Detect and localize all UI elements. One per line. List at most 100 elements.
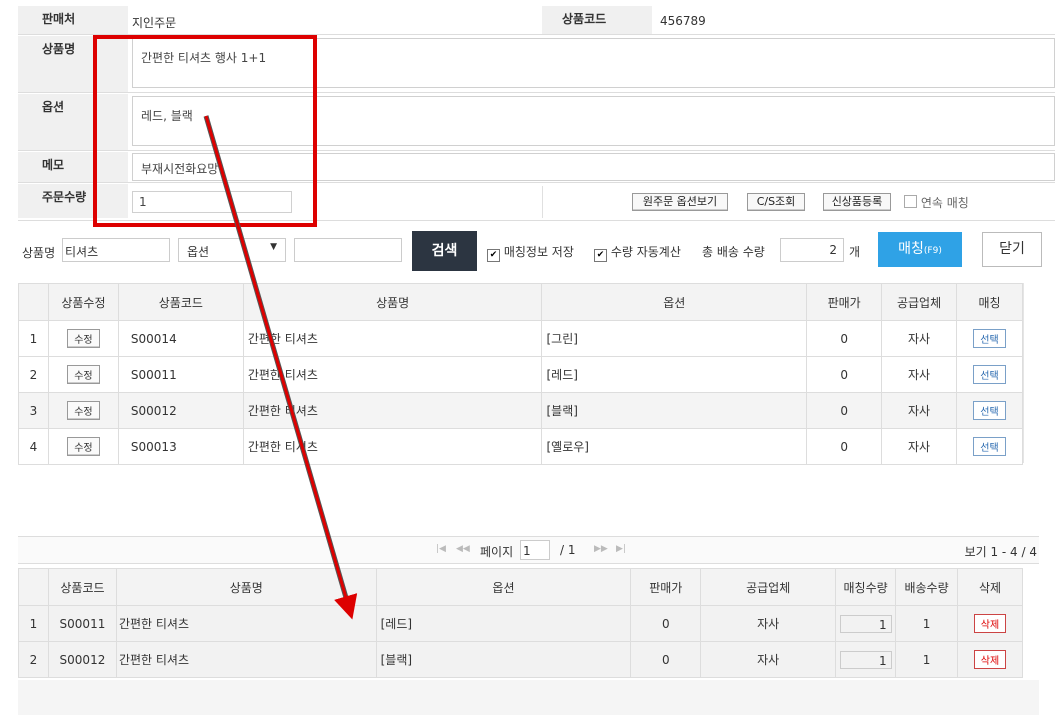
col-header-option[interactable]: 옵션 [541,283,808,321]
row-number: 4 [18,428,49,465]
col-header-option[interactable]: 옵션 [375,568,632,606]
vendor-cell: 자사 [881,392,958,429]
product-name-cell: 간편한 티셔츠 [115,641,377,678]
product-code-cell: S00011 [117,356,244,393]
select-button[interactable]: 선택 [973,365,1006,384]
edit-button[interactable]: 수정 [67,329,100,348]
seller-label: 판매처 [18,6,128,34]
search-name-input[interactable]: 티셔츠 [62,238,170,262]
product-code-value: 456789 [660,14,706,28]
first-page-icon[interactable]: |◀ [436,544,446,554]
product-code-cell: S00013 [117,428,244,465]
product-name-cell: 간편한 티셔츠 [242,320,543,357]
match-button[interactable]: 매칭(F9) [878,232,962,267]
highlight-box [93,35,317,227]
vendor-cell: 자사 [881,356,958,393]
select-button[interactable]: 선택 [973,401,1006,420]
auto-qty-checkbox[interactable]: ✔ 수량 자동계산 [594,243,681,262]
continuous-match-label: 연속 매칭 [920,196,969,210]
col-header-match-qty[interactable]: 매칭수량 [835,568,897,606]
vendor-cell: 자사 [700,605,837,642]
option-search-input[interactable] [294,238,402,262]
product-search-grid: 상품수정 상품코드 상품명 옵션 판매가 공급업체 매칭 1 수정 S00014… [18,283,1023,465]
search-button[interactable]: 검색 [412,231,477,271]
pager-bar: |◀ ◀◀ 페이지 1 / 1 ▶▶ ▶| 보기 1 - 4 / 4 [18,536,1039,564]
grid-header-row: 상품코드 상품명 옵션 판매가 공급업체 매칭수량 배송수량 삭제 [18,568,1023,606]
checkbox-checked-icon: ✔ [487,249,500,262]
page-total: / 1 [560,543,576,557]
product-name-cell: 간편한 티셔츠 [242,428,543,465]
dropdown-arrow-icon: ▼ [270,242,277,252]
page-input[interactable]: 1 [520,540,550,560]
checkbox-icon [904,195,917,208]
table-row[interactable]: 4 수정 S00013 간편한 티셔츠 [옐로우] 0 자사 선택 [18,428,1023,465]
col-header-price[interactable]: 판매가 [806,283,883,321]
new-product-button[interactable]: 신상품등록 [823,193,891,211]
bottom-shade [18,680,1039,715]
product-name-cell: 간편한 티셔츠 [242,356,543,393]
next-page-icon[interactable]: ▶▶ [594,544,608,554]
delete-button[interactable]: 삭제 [973,614,1007,633]
table-row[interactable]: 1 S00011 간편한 티셔츠 [레드] 0 자사 1 1 삭제 [18,605,1023,642]
row-number: 1 [18,605,49,642]
delete-button[interactable]: 삭제 [973,650,1007,669]
col-header-ship-qty[interactable]: 배송수량 [895,568,959,606]
close-button[interactable]: 닫기 [982,232,1042,267]
save-match-checkbox[interactable]: ✔ 매칭정보 저장 [487,243,574,262]
option-cell: [블랙] [375,641,632,678]
table-row[interactable]: 3 수정 S00012 간편한 티셔츠 [블랙] 0 자사 선택 [18,392,1023,429]
col-header-no [18,568,49,606]
option-select-value: 옵션 [187,245,210,259]
page-label: 페이지 [480,545,514,559]
col-header-vendor[interactable]: 공급업체 [881,283,958,321]
select-button[interactable]: 선택 [973,329,1006,348]
total-ship-input[interactable]: 2 [780,238,844,262]
match-shortcut: (F9) [923,246,942,256]
col-header-code[interactable]: 상품코드 [47,568,117,606]
vendor-cell: 자사 [881,320,958,357]
edit-button[interactable]: 수정 [67,437,100,456]
view-options-button[interactable]: 원주문 옵션보기 [632,193,728,211]
product-name-cell: 간편한 티셔츠 [242,392,543,429]
cs-lookup-button[interactable]: C/S조회 [747,193,805,211]
option-cell: [블랙] [541,392,808,429]
edit-button[interactable]: 수정 [67,365,100,384]
product-code-cell: S00012 [47,641,117,678]
matched-items-grid: 상품코드 상품명 옵션 판매가 공급업체 매칭수량 배송수량 삭제 1 S000… [18,568,1023,678]
price-cell: 0 [806,320,883,357]
match-qty-input[interactable]: 1 [839,650,892,669]
col-header-name[interactable]: 상품명 [115,568,377,606]
ship-qty-cell: 1 [895,641,959,678]
last-page-icon[interactable]: ▶| [616,544,626,554]
col-header-vendor[interactable]: 공급업체 [700,568,837,606]
select-button[interactable]: 선택 [973,437,1006,456]
table-row[interactable]: 2 S00012 간편한 티셔츠 [블랙] 0 자사 1 1 삭제 [18,641,1023,678]
table-row[interactable]: 2 수정 S00011 간편한 티셔츠 [레드] 0 자사 선택 [18,356,1023,393]
col-header-price[interactable]: 판매가 [630,568,702,606]
edit-button[interactable]: 수정 [67,401,100,420]
table-row[interactable]: 1 수정 S00014 간편한 티셔츠 [그린] 0 자사 선택 [18,320,1023,357]
price-cell: 0 [630,605,702,642]
view-info: 보기 1 - 4 / 4 [964,545,1037,559]
match-qty-input[interactable]: 1 [839,614,892,633]
grid-scrollbar[interactable] [1023,283,1039,463]
col-header-delete[interactable]: 삭제 [957,568,1023,606]
ship-qty-cell: 1 [895,605,959,642]
col-header-edit[interactable]: 상품수정 [47,283,119,321]
option-cell: [레드] [541,356,808,393]
product-code-label: 상품코드 [542,6,652,34]
product-code-cell: S00011 [47,605,117,642]
vendor-cell: 자사 [881,428,958,465]
prev-page-icon[interactable]: ◀◀ [456,544,470,554]
col-header-code[interactable]: 상품코드 [117,283,244,321]
row-number: 1 [18,320,49,357]
continuous-match-checkbox[interactable]: 연속 매칭 [904,194,969,211]
col-header-no [18,283,49,321]
row-number: 2 [18,641,49,678]
col-header-name[interactable]: 상품명 [242,283,543,321]
option-select[interactable]: 옵션 ▼ [178,238,286,262]
price-cell: 0 [806,392,883,429]
total-ship-label: 총 배송 수량 [702,245,765,259]
option-cell: [옐로우] [541,428,808,465]
col-header-match[interactable]: 매칭 [956,283,1023,321]
